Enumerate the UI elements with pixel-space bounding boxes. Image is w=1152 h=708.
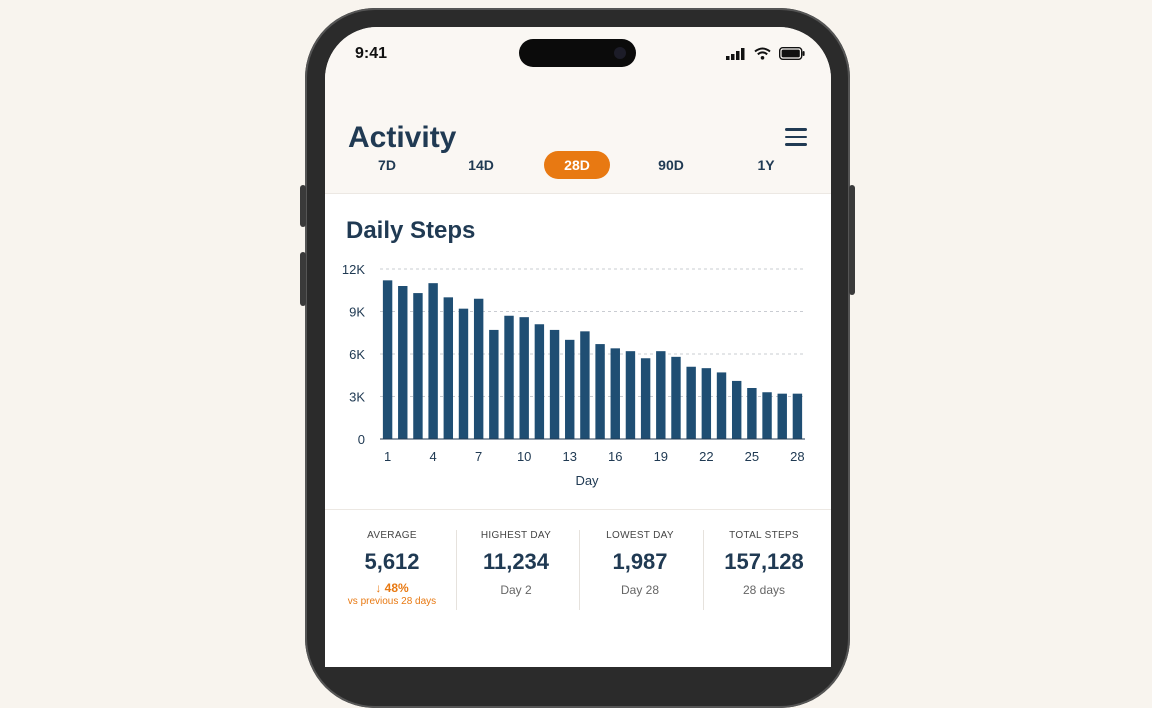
x-tick-label: 7 <box>475 449 482 464</box>
chart-title: Daily Steps <box>346 217 476 244</box>
tab-28d[interactable]: 28D <box>544 151 610 179</box>
bar <box>458 308 469 439</box>
bar <box>716 372 727 439</box>
bar <box>610 348 620 439</box>
tab-90d[interactable]: 90D <box>638 151 704 179</box>
stat-sub: Day 28 <box>620 583 660 597</box>
y-tick-label: 6K <box>349 347 365 362</box>
x-tick-label: 10 <box>517 449 531 464</box>
bar <box>747 388 757 439</box>
x-tick-label: 13 <box>562 449 576 464</box>
page-title: Activity <box>348 121 457 154</box>
stat-delta: ↓ 48% <box>330 581 454 595</box>
bar <box>565 339 575 439</box>
volume-down-button <box>300 252 306 306</box>
stat-sub: Day 2 <box>500 583 532 597</box>
y-tick-label: 12K <box>342 262 365 277</box>
stat-total-steps: TOTAL STEPS 157,128 28 days <box>702 530 826 597</box>
status-time: 9:41 <box>355 45 388 62</box>
stat-value: 5,612 <box>364 549 420 574</box>
bar <box>792 393 803 439</box>
x-tick-label: 19 <box>654 449 668 464</box>
daily-steps-chart: 0 3K 6K 9K 12K 1 4 7 10 13 16 19 22 25 28 Day <box>342 262 805 488</box>
stat-label: HIGHEST DAY <box>480 530 552 541</box>
tab-14d[interactable]: 14D <box>448 151 514 179</box>
x-tick-label: 4 <box>430 449 437 464</box>
y-tick-label: 9K <box>349 305 365 320</box>
x-tick-label: 25 <box>745 449 759 464</box>
wifi-icon <box>754 47 771 60</box>
bar <box>580 331 590 439</box>
menu-icon[interactable] <box>785 128 807 146</box>
bar <box>473 298 484 439</box>
bar <box>731 380 742 439</box>
volume-up-button <box>300 185 306 227</box>
stat-label: TOTAL STEPS <box>729 530 799 541</box>
screen: 9:41 Activity 7D 14D 28D 90D 1Y Daily St… <box>325 27 831 667</box>
header: Activity 7D 14D 28D 90D 1Y <box>325 83 831 194</box>
y-tick-label: 3K <box>349 390 365 405</box>
stat-label: AVERAGE <box>367 530 417 541</box>
bar <box>428 283 438 439</box>
bar <box>625 351 636 439</box>
signal-icon <box>726 47 745 60</box>
x-tick-label: 28 <box>790 449 804 464</box>
bar <box>640 358 651 439</box>
bar <box>595 344 605 439</box>
stat-value: 1,987 <box>612 549 668 574</box>
bar <box>413 293 423 439</box>
bar <box>534 324 545 439</box>
bar <box>489 329 499 439</box>
bar <box>382 280 393 439</box>
bar <box>777 393 787 439</box>
tab-1y[interactable]: 1Y <box>733 151 799 179</box>
y-tick-label: 0 <box>358 432 365 447</box>
stat-label: LOWEST DAY <box>606 530 674 541</box>
bar <box>671 356 681 439</box>
bar <box>686 366 696 439</box>
stat-lowest-day: LOWEST DAY 1,987 Day 28 <box>578 530 702 597</box>
battery-icon <box>779 47 805 60</box>
x-tick-label: 1 <box>384 449 391 464</box>
stat-highest-day: HIGHEST DAY 11,234 Day 2 <box>454 530 578 597</box>
stat-value: 11,234 <box>482 549 550 574</box>
bar <box>504 315 514 439</box>
x-tick-label: 22 <box>699 449 713 464</box>
stat-average: AVERAGE 5,612 ↓ 48% vs previous 28 days <box>330 530 454 607</box>
power-button <box>849 185 855 295</box>
stat-compare: vs previous 28 days <box>347 596 437 607</box>
camera-icon <box>614 47 626 59</box>
x-axis-label: Day <box>575 473 599 488</box>
x-tick-label: 16 <box>608 449 622 464</box>
bar <box>549 329 560 439</box>
tab-7d[interactable]: 7D <box>354 151 420 179</box>
dynamic-island <box>519 39 636 67</box>
stat-sub: 28 days <box>742 583 786 597</box>
range-tabs: 7D 14D 28D 90D 1Y <box>325 151 831 181</box>
status-bar: 9:41 <box>325 27 831 83</box>
delta-value: 48% <box>384 581 409 595</box>
bar <box>656 351 666 439</box>
bar <box>519 317 529 439</box>
stat-value: 157,128 <box>724 549 804 574</box>
bar <box>762 392 772 439</box>
stats-row: AVERAGE 5,612 ↓ 48% vs previous 28 days … <box>325 509 831 630</box>
arrow-down-icon: ↓ <box>375 581 382 595</box>
bar <box>701 368 712 439</box>
bar <box>398 286 408 439</box>
bar <box>443 297 454 439</box>
